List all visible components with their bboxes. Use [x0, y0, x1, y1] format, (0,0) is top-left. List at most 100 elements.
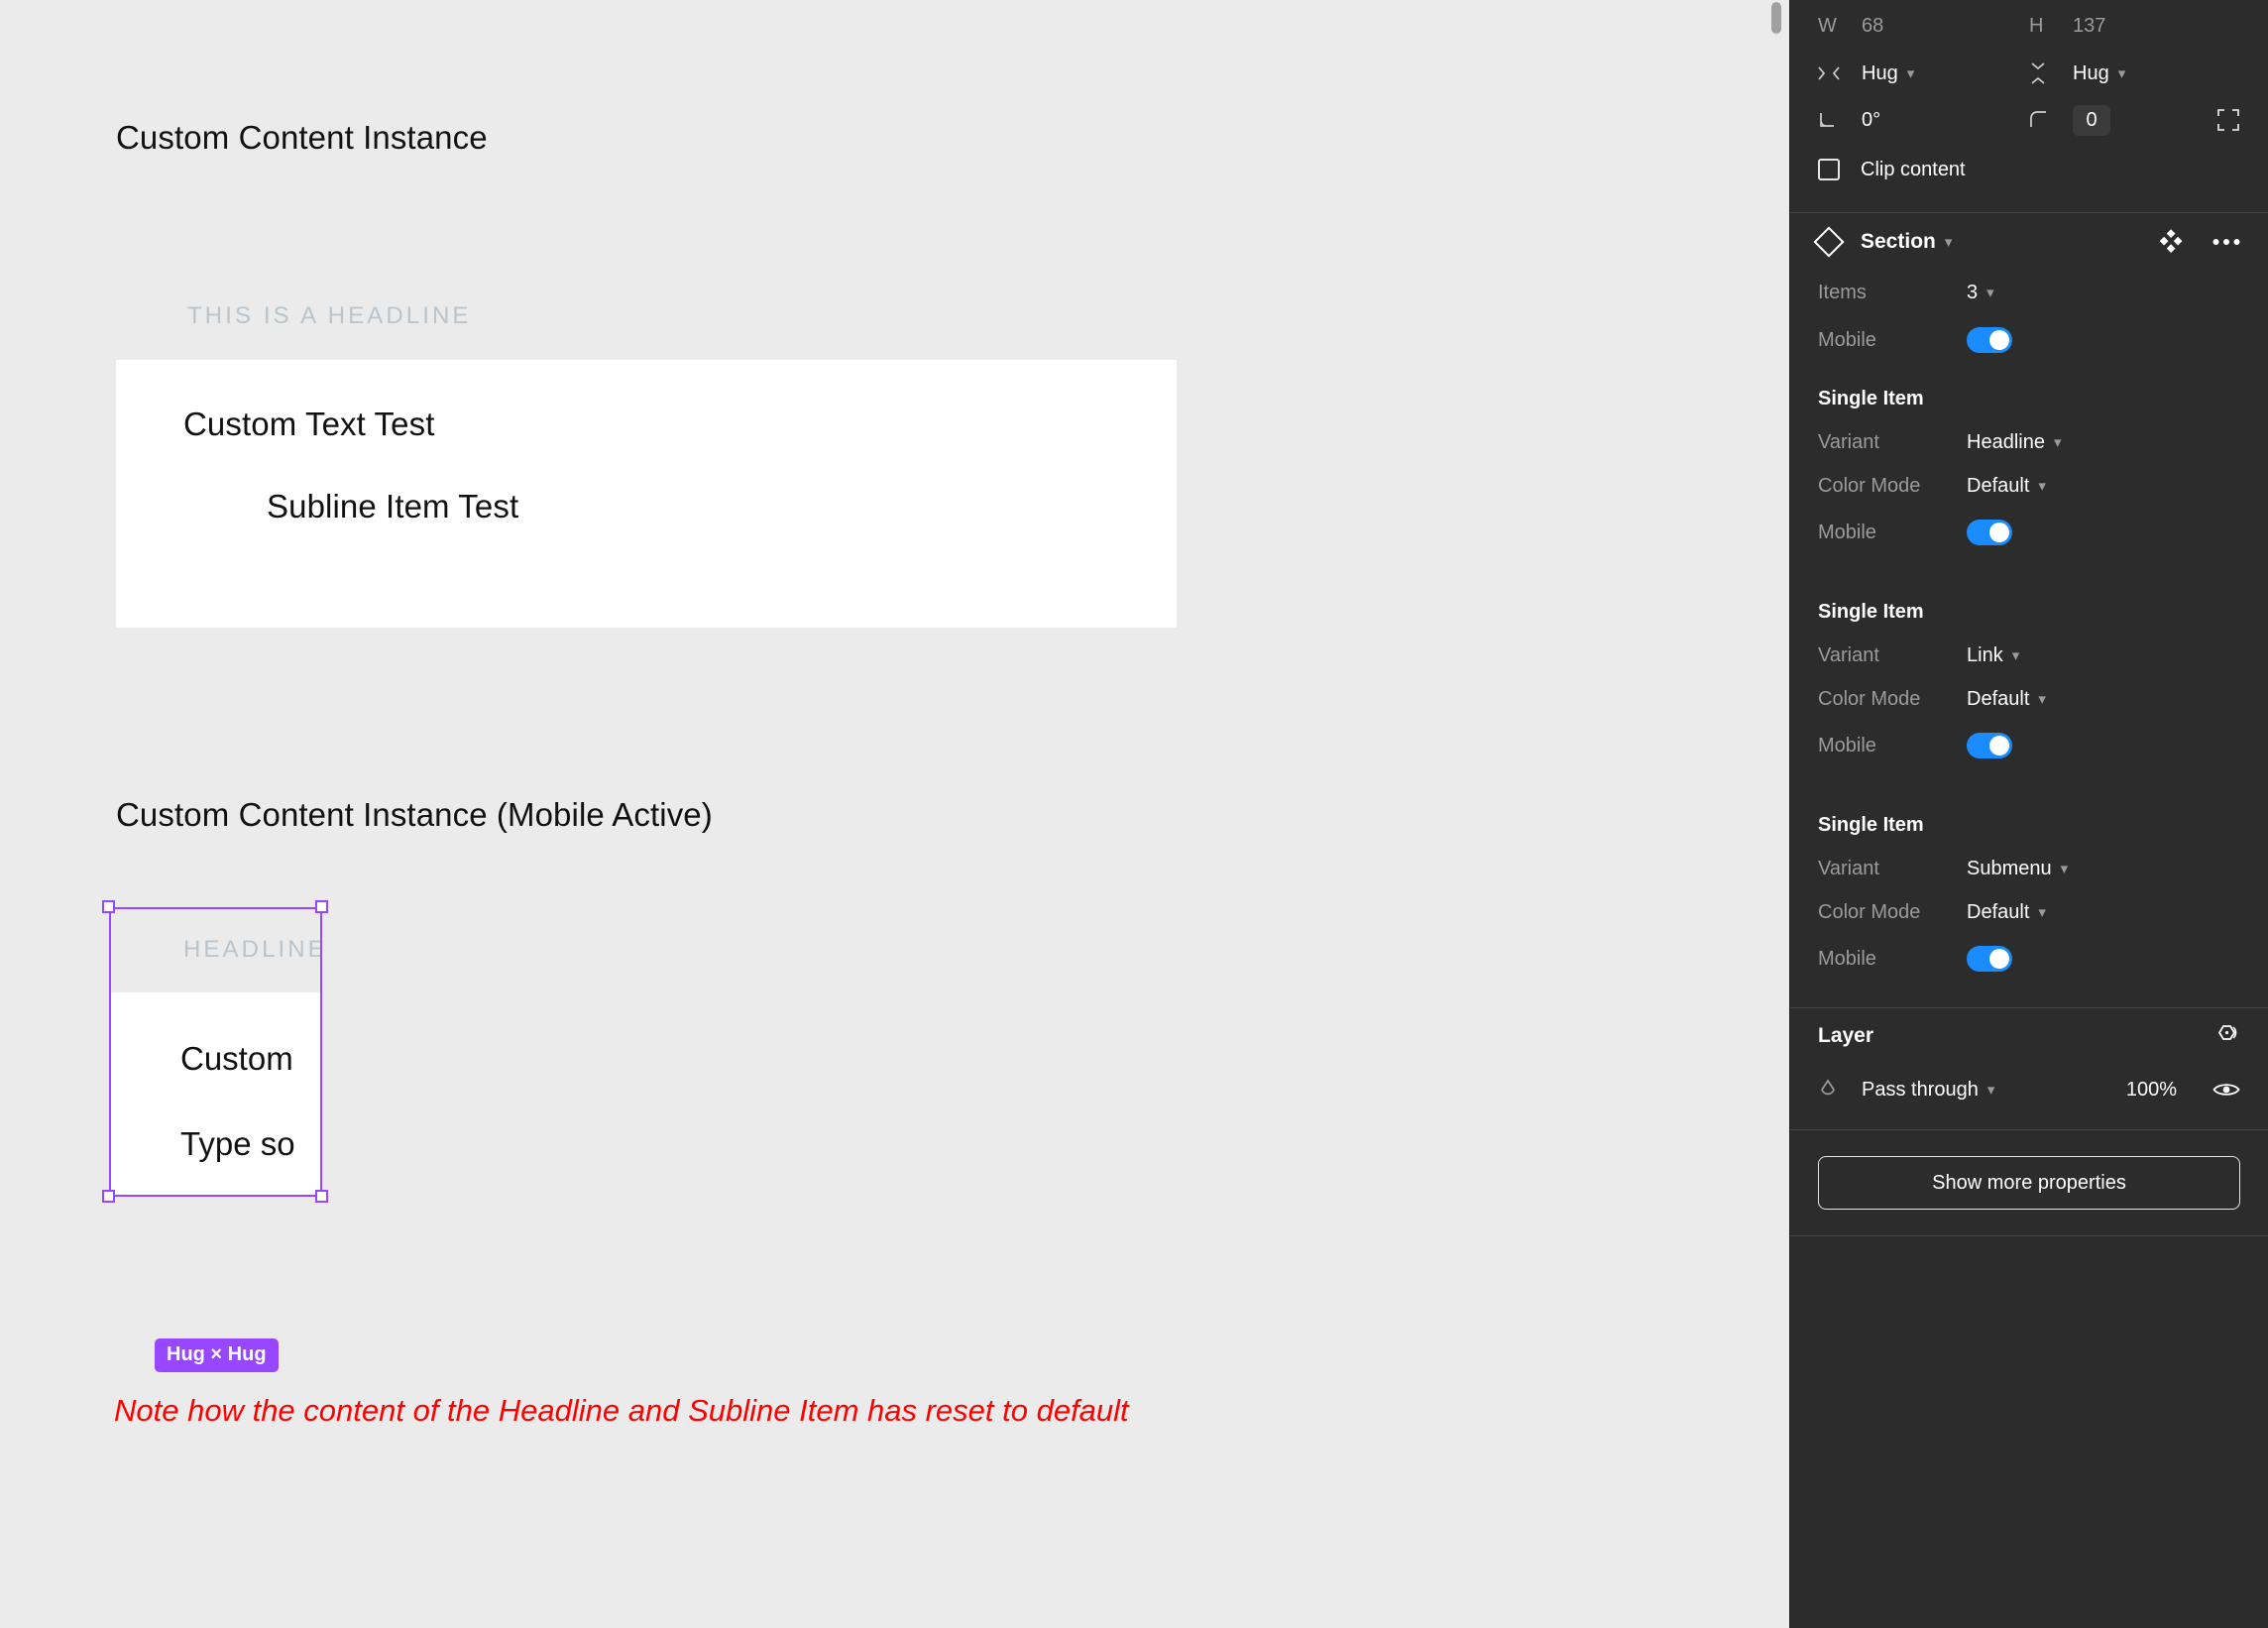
items-value-group[interactable]: 3 ▾	[1967, 282, 1994, 304]
layer-header: Layer	[1818, 1008, 2240, 1064]
headline-text: THIS IS A HEADLINE	[187, 302, 472, 329]
rotation-field[interactable]: 0°	[1818, 109, 2029, 132]
chevron-down-icon: ▾	[2038, 691, 2046, 708]
corner-radius-input[interactable]: 0	[2073, 104, 2110, 136]
mobile-row-2[interactable]: Mobile	[1818, 721, 2240, 770]
custom-content-instance-mobile-wrapper[interactable]: HEADLINE Custom Type so	[109, 907, 322, 1197]
component-name: Section	[1861, 230, 1936, 253]
mobile-label: Mobile	[1818, 734, 1876, 756]
variant-row-1[interactable]: Variant Headline ▾	[1818, 420, 2240, 464]
horizontal-resize-icon	[1818, 65, 1862, 81]
color-mode-row-2[interactable]: Color Mode Default ▾	[1818, 677, 2240, 721]
resize-handle-bottom-right[interactable]	[315, 1190, 328, 1203]
headline-row: THIS IS A HEADLINE	[116, 273, 1177, 360]
clip-content-row[interactable]: Clip content	[1818, 145, 2240, 194]
dimensions-row: W 68 H 137	[1818, 0, 2240, 52]
variant-row-2[interactable]: Variant Link ▾	[1818, 634, 2240, 677]
mobile-label: Mobile	[1818, 328, 1876, 351]
independent-corners-icon[interactable]	[2216, 108, 2240, 132]
items-row[interactable]: Items 3 ▾	[1818, 271, 2240, 314]
width-field[interactable]: W 68	[1818, 15, 2029, 38]
variant-value-group[interactable]: Headline ▾	[1967, 431, 2061, 454]
height-label: H	[2029, 14, 2044, 37]
visibility-eye-icon[interactable]	[2212, 1081, 2240, 1099]
mobile-toggle[interactable]	[1967, 327, 2012, 353]
chevron-down-icon: ▾	[2053, 434, 2062, 451]
properties-panel[interactable]: W 68 H 137 Hug ▾ Hug ▾ 0° 0 Clip content…	[1789, 0, 2268, 1628]
corner-radius-icon	[2029, 110, 2073, 130]
canvas-vertical-scrollbar[interactable]	[1771, 2, 1781, 34]
chevron-down-icon: ▾	[1906, 65, 1915, 82]
layer-title: Layer	[1818, 1024, 1874, 1047]
color-mode-value-group[interactable]: Default ▾	[1967, 475, 2046, 498]
variant-value-group[interactable]: Link ▾	[1967, 644, 2019, 667]
size-properties-block: W 68 H 137 Hug ▾ Hug ▾ 0° 0 Clip content	[1790, 0, 2268, 212]
variant-value-group[interactable]: Submenu ▾	[1967, 858, 2068, 880]
width-label: W	[1818, 14, 1837, 37]
color-mode-label: Color Mode	[1818, 900, 1921, 923]
chevron-down-icon: ▾	[2038, 904, 2046, 921]
mobile-label: Mobile	[1818, 947, 1876, 970]
resize-handle-bottom-left[interactable]	[102, 1190, 115, 1203]
color-mode-row-1[interactable]: Color Mode Default ▾	[1818, 464, 2240, 508]
more-options-icon[interactable]	[2212, 238, 2240, 246]
component-diamond-icon	[1813, 226, 1845, 258]
rotation-radius-row: 0° 0	[1818, 95, 2240, 145]
layer-block: Layer Pass through ▾ 100%	[1790, 1008, 2268, 1129]
mobile-row-3[interactable]: Mobile	[1818, 934, 2240, 984]
custom-content-instance-mobile[interactable]: HEADLINE Custom Type so	[109, 907, 322, 1197]
mobile-toggle[interactable]	[1967, 520, 2012, 545]
mobile-content-card: Custom Type so	[109, 992, 322, 1197]
color-mode-value-group[interactable]: Default ▾	[1967, 901, 2046, 924]
blend-mode-value: Pass through	[1862, 1078, 1979, 1101]
rotation-icon	[1818, 110, 1862, 130]
show-more-wrapper: Show more properties	[1790, 1130, 2268, 1235]
variant-label: Variant	[1818, 643, 1879, 666]
vertical-resize-value: Hug	[2073, 61, 2109, 84]
show-more-properties-button[interactable]: Show more properties	[1818, 1156, 2240, 1210]
component-properties-block: Section ▾ Items 3 ▾ Mobile Single Item V…	[1790, 213, 2268, 1007]
mobile-subline-text: Type so	[180, 1125, 295, 1162]
color-mode-label: Color Mode	[1818, 687, 1921, 710]
toggle-knob	[1989, 949, 2009, 969]
chevron-down-icon: ▾	[2011, 647, 2020, 664]
opacity-value[interactable]: 100%	[2126, 1079, 2177, 1102]
mobile-toggle[interactable]	[1967, 946, 2012, 972]
frame-title-desktop: Custom Content Instance	[116, 119, 488, 156]
clip-content-checkbox[interactable]	[1818, 159, 1840, 180]
variant-label: Variant	[1818, 430, 1879, 453]
design-canvas[interactable]: Custom Content Instance THIS IS A HEADLI…	[0, 0, 1789, 1628]
resize-handle-top-left[interactable]	[102, 900, 115, 913]
variant-label: Variant	[1818, 857, 1879, 879]
color-mode-row-3[interactable]: Color Mode Default ▾	[1818, 890, 2240, 934]
color-mode-label: Color Mode	[1818, 474, 1921, 497]
layer-styles-icon[interactable]	[2214, 1023, 2240, 1049]
component-header[interactable]: Section ▾	[1813, 213, 2240, 271]
divider	[1790, 1235, 2268, 1236]
mobile-headline-text: HEADLINE	[183, 936, 322, 963]
vertical-resizing-field[interactable]: Hug ▾	[2029, 62, 2240, 85]
horizontal-resize-value: Hug	[1862, 61, 1898, 84]
mobile-row[interactable]: Mobile	[1818, 314, 2240, 366]
group-title-single-item-1: Single Item	[1818, 388, 1924, 409]
custom-content-instance-desktop[interactable]: THIS IS A HEADLINE Custom Text Test Subl…	[116, 273, 1177, 628]
height-value: 137	[2073, 14, 2106, 37]
content-card: Custom Text Test Subline Item Test	[116, 360, 1177, 628]
resize-handle-top-right[interactable]	[315, 900, 328, 913]
corner-radius-field[interactable]: 0	[2029, 104, 2240, 136]
resizing-row: Hug ▾ Hug ▾	[1818, 52, 2240, 95]
color-mode-value-group[interactable]: Default ▾	[1967, 688, 2046, 711]
chevron-down-icon[interactable]: ▾	[1945, 233, 1953, 251]
chevron-down-icon: ▾	[1986, 1082, 1995, 1099]
blend-mode-icon	[1818, 1079, 1862, 1101]
horizontal-resizing-field[interactable]: Hug ▾	[1818, 62, 2029, 85]
variant-row-3[interactable]: Variant Submenu ▾	[1818, 847, 2240, 890]
group-title-single-item-3: Single Item	[1818, 814, 1924, 836]
swap-instance-icon[interactable]	[2157, 229, 2183, 255]
height-field[interactable]: H 137	[2029, 15, 2240, 38]
mobile-label: Mobile	[1818, 521, 1876, 543]
color-mode-value: Default	[1967, 687, 2030, 710]
blend-mode-row[interactable]: Pass through ▾ 100%	[1818, 1064, 2240, 1115]
mobile-row-1[interactable]: Mobile	[1818, 508, 2240, 557]
mobile-toggle[interactable]	[1967, 733, 2012, 758]
